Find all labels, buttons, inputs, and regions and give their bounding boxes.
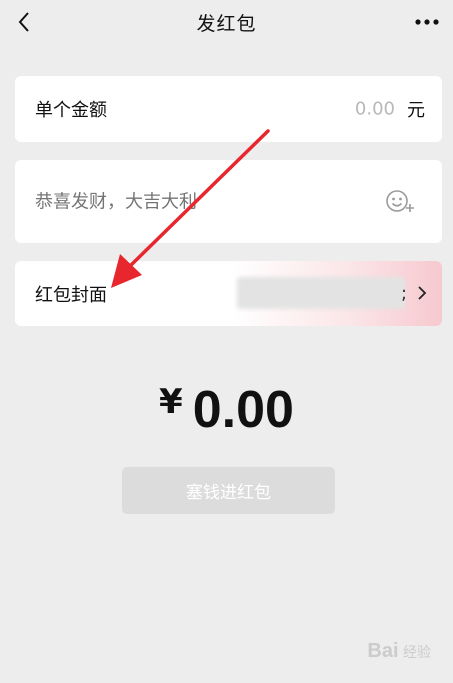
amount-unit: 元 [407,100,425,121]
amount-label: 单个金额 [35,100,107,121]
more-horizontal-icon [415,19,439,25]
cover-label: 红包封面 [35,284,107,306]
cover-card[interactable]: 红包封面 ; [15,261,442,326]
chevron-right-icon[interactable] [417,285,427,301]
total-amount-value: 0.00 [192,381,294,439]
submit-money-button[interactable]: 塞钱进红包 [122,467,335,514]
navigation-bar: 发红包 [0,0,453,46]
watermark: Bai 经验 [367,640,431,663]
greeting-input[interactable] [35,191,365,212]
watermark-logo: Bai [367,640,399,662]
cover-separator: ; [401,283,408,304]
total-amount: ¥0.00 [0,380,453,440]
amount-card[interactable]: 单个金额 0.00 元 [15,76,442,142]
emoji-add-icon[interactable] [384,188,416,216]
page-title: 发红包 [196,13,257,35]
amount-input[interactable]: 0.00 [355,99,395,120]
watermark-text: 经验 [403,645,431,661]
cover-name-blurred [237,277,405,309]
greeting-card [15,160,442,243]
currency-symbol: ¥ [159,382,183,422]
more-button[interactable] [413,10,441,34]
